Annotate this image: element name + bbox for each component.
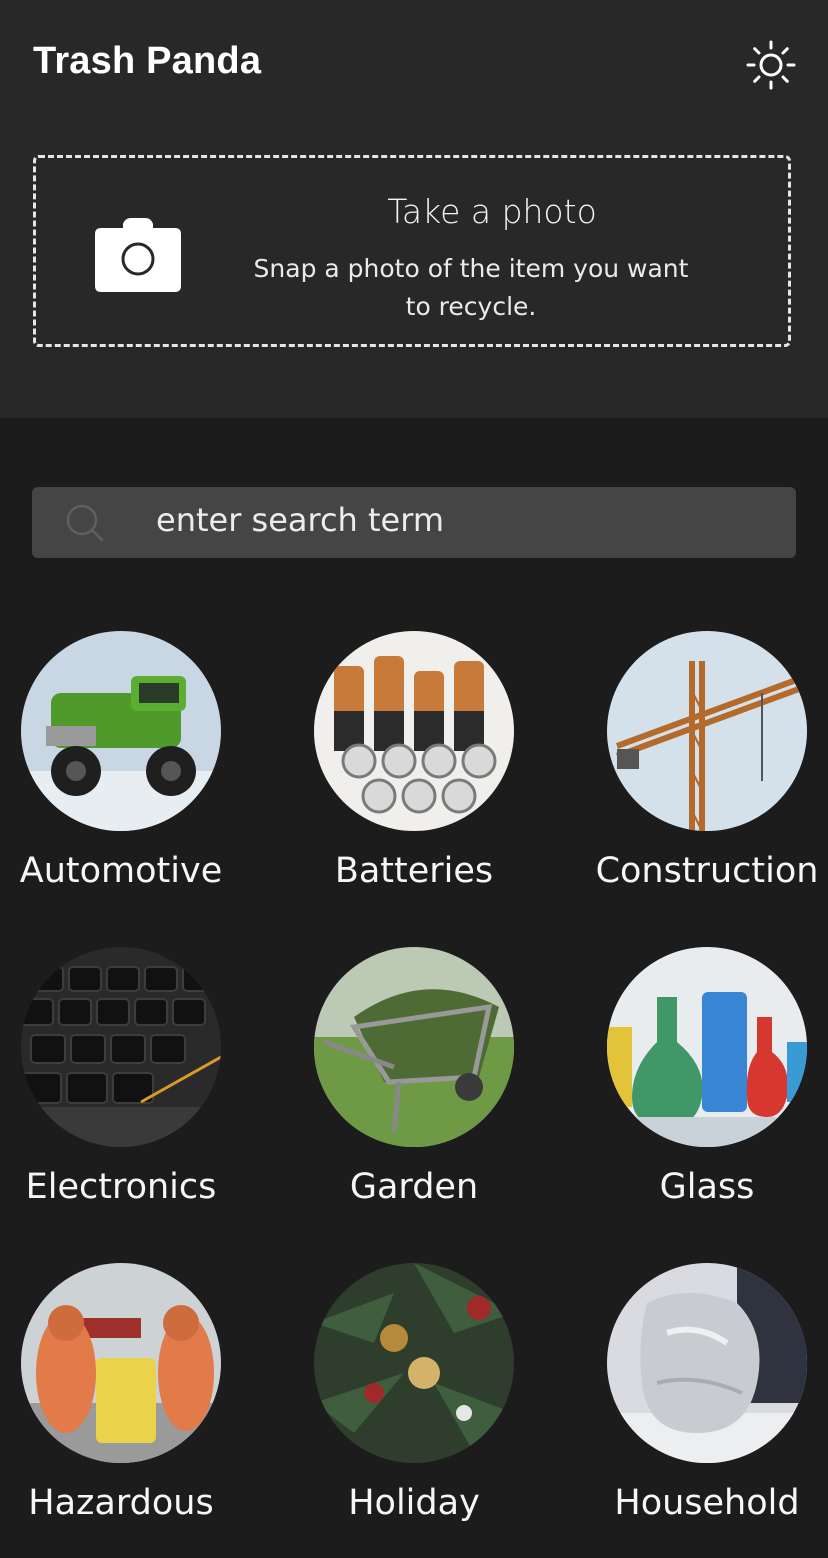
construction-image: [607, 631, 807, 831]
electronics-image: [21, 947, 221, 1147]
category-label: Electronics: [25, 1167, 217, 1207]
category-label: Garden: [349, 1167, 479, 1207]
category-glass[interactable]: Glass: [582, 947, 828, 1237]
sun-icon: [746, 40, 796, 90]
header: Trash Panda Take a photo Snap a photo of…: [0, 0, 828, 418]
search-placeholder: enter search term: [156, 501, 444, 539]
theme-toggle-button[interactable]: [743, 37, 799, 93]
category-garden[interactable]: Garden: [289, 947, 539, 1237]
category-household[interactable]: Household: [582, 1263, 828, 1553]
category-label: Glass: [659, 1167, 755, 1207]
app-title: Trash Panda: [33, 40, 262, 82]
photo-card-title: Take a photo: [387, 192, 597, 231]
glass-image: [607, 947, 807, 1147]
category-construction[interactable]: Construction: [582, 631, 828, 921]
category-electronics[interactable]: Electronics: [0, 947, 246, 1237]
take-photo-card[interactable]: Take a photo Snap a photo of the item yo…: [33, 155, 791, 347]
hazardous-image: [21, 1263, 221, 1463]
category-label: Holiday: [348, 1483, 480, 1523]
category-holiday[interactable]: Holiday: [289, 1263, 539, 1553]
household-image: [607, 1263, 807, 1463]
garden-image: [314, 947, 514, 1147]
category-label: Automotive: [19, 851, 223, 891]
category-label: Hazardous: [28, 1483, 214, 1523]
category-automotive[interactable]: Automotive: [0, 631, 246, 921]
photo-card-subtitle: Snap a photo of the item you want to rec…: [253, 254, 689, 321]
holiday-image: [314, 1263, 514, 1463]
search-icon: [66, 504, 104, 542]
category-label: Batteries: [334, 851, 494, 891]
category-label: Construction: [595, 851, 819, 891]
category-label: Household: [614, 1483, 800, 1523]
search-input[interactable]: enter search term: [32, 487, 796, 558]
category-hazardous[interactable]: Hazardous: [0, 1263, 246, 1553]
category-batteries[interactable]: Batteries: [289, 631, 539, 921]
automotive-image: [21, 631, 221, 831]
batteries-image: [314, 631, 514, 831]
